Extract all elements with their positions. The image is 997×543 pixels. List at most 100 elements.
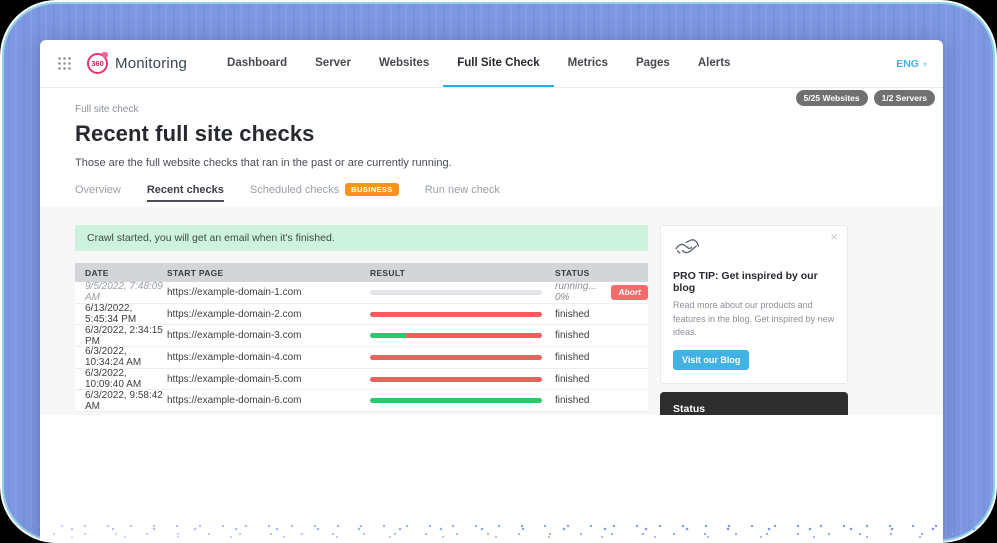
column-header-start-page: START PAGE <box>167 268 370 278</box>
language-label: ENG <box>896 58 919 70</box>
cell-start-page: https://example-domain-1.com <box>167 287 370 298</box>
cell-result <box>370 398 555 403</box>
page-title: Recent full site checks <box>75 121 908 147</box>
usage-badges: 5/25 Websites1/2 Servers <box>796 90 935 106</box>
nav-item-pages[interactable]: Pages <box>622 40 684 87</box>
progress-bar-segment <box>370 290 542 295</box>
main-nav: DashboardServerWebsitesFull Site CheckMe… <box>213 40 744 87</box>
tab-label: Run new check <box>425 184 500 196</box>
tab-overview[interactable]: Overview <box>75 184 121 202</box>
status-text: finished <box>555 309 589 320</box>
cell-result <box>370 355 555 360</box>
handshake-icon <box>673 237 703 257</box>
top-navigation: 360 Monitoring DashboardServerWebsitesFu… <box>40 40 943 88</box>
cell-date: 6/13/2022, 5:45:34 PM <box>75 303 167 325</box>
tab-label: Recent checks <box>147 184 224 196</box>
content-area: Crawl started, you will get an email whe… <box>40 207 943 415</box>
status-card-title: Status <box>673 403 835 415</box>
breadcrumb: Full site check <box>75 104 908 115</box>
progress-bar-segment <box>370 333 406 338</box>
column-header-date: DATE <box>75 268 167 278</box>
marketing-background: 360 Monitoring DashboardServerWebsitesFu… <box>0 0 997 543</box>
table-row[interactable]: 9/5/2022, 7:48:09 AMhttps://example-doma… <box>75 282 648 304</box>
business-badge: BUSINESS <box>345 183 399 196</box>
cell-start-page: https://example-domain-5.com <box>167 374 370 385</box>
status-text: finished <box>555 352 589 363</box>
cell-date: 6/3/2022, 10:34:24 AM <box>75 346 167 368</box>
status-text: finished <box>555 330 589 341</box>
tab-run-new-check[interactable]: Run new check <box>425 184 500 202</box>
progress-bar <box>370 355 542 360</box>
status-text: finished <box>555 395 589 406</box>
visit-blog-button[interactable]: Visit our Blog <box>673 350 749 370</box>
tab-recent-checks[interactable]: Recent checks <box>147 184 224 202</box>
chevron-down-icon: ▾ <box>923 60 927 69</box>
status-text: running... 0% <box>555 281 604 303</box>
cell-start-page: https://example-domain-4.com <box>167 352 370 363</box>
progress-bar-segment <box>370 312 542 317</box>
table-row[interactable]: 6/3/2022, 10:09:40 AMhttps://example-dom… <box>75 369 648 391</box>
tab-scheduled-checks[interactable]: Scheduled checks BUSINESS <box>250 183 399 202</box>
page-header: 5/25 Websites1/2 Servers Full site check… <box>40 88 943 207</box>
tab-bar: Overview Recent checks Scheduled checks BUS… <box>75 183 908 202</box>
protip-card: × PRO TIP: Get inspired by our blog Read… <box>660 225 848 384</box>
nav-item-server[interactable]: Server <box>301 40 365 87</box>
cell-result <box>370 377 555 382</box>
language-selector[interactable]: ENG ▾ <box>896 40 927 88</box>
close-icon[interactable]: × <box>830 230 838 243</box>
nav-item-metrics[interactable]: Metrics <box>554 40 622 87</box>
app-launcher-icon[interactable] <box>58 57 71 70</box>
nav-item-websites[interactable]: Websites <box>365 40 443 87</box>
column-header-result: RESULT <box>370 268 555 278</box>
column-header-status: STATUS <box>555 268 648 278</box>
brand[interactable]: 360 Monitoring <box>87 40 187 87</box>
progress-bar <box>370 290 542 295</box>
cell-date: 6/3/2022, 10:09:40 AM <box>75 368 167 390</box>
nav-item-full-site-check[interactable]: Full Site Check <box>443 40 553 87</box>
cell-result <box>370 333 555 338</box>
nav-item-alerts[interactable]: Alerts <box>684 40 745 87</box>
cell-status: finished <box>555 352 648 363</box>
page-description: Those are the full website checks that r… <box>75 157 908 169</box>
status-text: finished <box>555 374 589 385</box>
protip-body: Read more about our products and feature… <box>673 299 835 340</box>
checks-column: Crawl started, you will get an email whe… <box>75 207 648 415</box>
protip-title: PRO TIP: Get inspired by our blog <box>673 270 835 294</box>
cell-date: 9/5/2022, 7:48:09 AM <box>75 281 167 303</box>
cell-start-page: https://example-domain-2.com <box>167 309 370 320</box>
progress-bar-segment <box>370 398 542 403</box>
table-row[interactable]: 6/3/2022, 10:34:24 AMhttps://example-dom… <box>75 347 648 369</box>
progress-bar <box>370 398 542 403</box>
table-row[interactable]: 6/3/2022, 9:58:42 AMhttps://example-doma… <box>75 390 648 412</box>
usage-badge-5-25-websites: 5/25 Websites <box>796 90 868 106</box>
status-card: Status SERVERS0 open alert(s)0 servers d… <box>660 392 848 416</box>
progress-bar-segment <box>406 333 542 338</box>
cell-result <box>370 312 555 317</box>
cell-status: finished <box>555 330 648 341</box>
cell-result <box>370 290 555 295</box>
tab-label: Overview <box>75 184 121 196</box>
brand-name: Monitoring <box>115 55 187 72</box>
success-alert: Crawl started, you will get an email whe… <box>75 225 648 251</box>
cell-status: finished <box>555 374 648 385</box>
progress-bar <box>370 312 542 317</box>
progress-bar-segment <box>370 377 542 382</box>
table-row[interactable]: 6/13/2022, 5:45:34 PMhttps://example-dom… <box>75 304 648 326</box>
sidebar-column: × PRO TIP: Get inspired by our blog Read… <box>660 207 848 415</box>
abort-button[interactable]: Abort <box>611 285 648 300</box>
nav-item-dashboard[interactable]: Dashboard <box>213 40 301 87</box>
app-window: 360 Monitoring DashboardServerWebsitesFu… <box>40 40 943 543</box>
table-header-row: DATESTART PAGERESULTSTATUS <box>75 263 648 282</box>
cell-status: finished <box>555 309 648 320</box>
table-body: 9/5/2022, 7:48:09 AMhttps://example-doma… <box>75 282 648 412</box>
cell-date: 6/3/2022, 2:34:15 PM <box>75 325 167 347</box>
progress-bar-segment <box>370 355 542 360</box>
brand-logo-icon: 360 <box>87 53 108 74</box>
cell-status: running... 0% Abort <box>555 281 648 303</box>
checks-table: DATESTART PAGERESULTSTATUS 9/5/2022, 7:4… <box>75 263 648 412</box>
progress-bar <box>370 333 542 338</box>
table-row[interactable]: 6/3/2022, 2:34:15 PMhttps://example-doma… <box>75 325 648 347</box>
tab-label: Scheduled checks <box>250 184 339 196</box>
progress-bar <box>370 377 542 382</box>
cell-start-page: https://example-domain-6.com <box>167 395 370 406</box>
